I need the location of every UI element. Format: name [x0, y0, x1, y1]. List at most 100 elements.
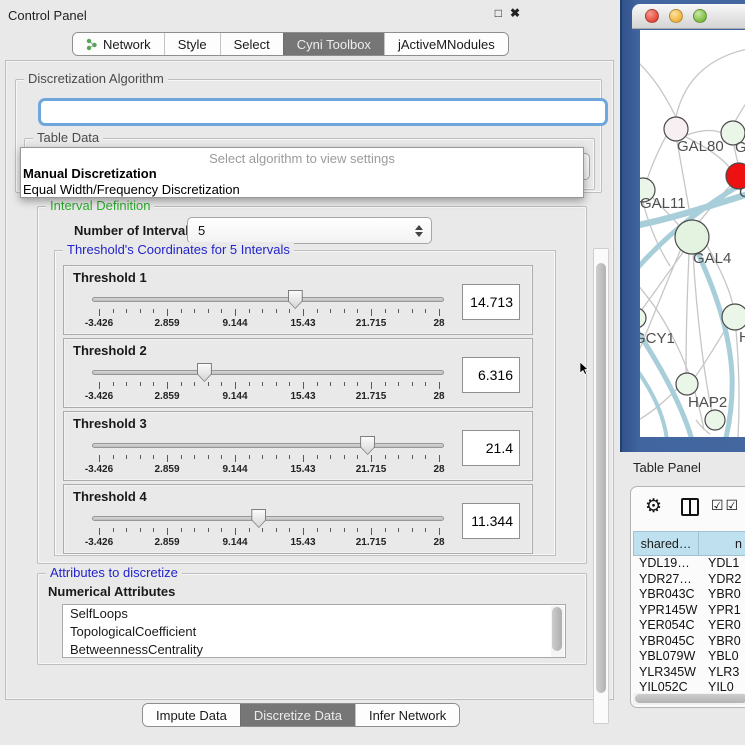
vertical-scrollbar[interactable]: [593, 248, 609, 724]
table-row[interactable]: YPR145WYPR1: [633, 603, 745, 619]
column-header[interactable]: shared…: [633, 531, 699, 556]
table-cell[interactable]: YLR3: [699, 665, 745, 681]
network-window-titlebar[interactable]: [632, 4, 745, 29]
numerical-attributes-label: Numerical Attributes: [48, 584, 175, 599]
minimize-traffic-light-icon[interactable]: [669, 9, 683, 23]
number-of-intervals-value: 5: [198, 223, 205, 238]
minor-tick: [140, 528, 141, 532]
float-window-icon[interactable]: □: [495, 6, 502, 20]
network-canvas[interactable]: GAL80GACGAL11GAL4GCY1HHAP2: [640, 30, 745, 437]
algorithm-dropdown-popup: Select algorithm to view settings Manual…: [20, 147, 584, 198]
attribute-list-item[interactable]: BetweennessCentrality: [63, 641, 565, 658]
network-edge[interactable]: [736, 330, 739, 437]
table-cell[interactable]: YLR345W: [633, 665, 699, 681]
minor-tick: [317, 309, 318, 313]
table-cell[interactable]: YBR043C: [633, 587, 699, 603]
tab-label: jActiveMNodules: [398, 37, 495, 52]
table-row[interactable]: YDL19…YDL1: [633, 556, 745, 572]
network-edge[interactable]: [640, 60, 676, 117]
network-node-hap2[interactable]: [676, 373, 698, 395]
table-row[interactable]: YLR345WYLR3: [633, 665, 745, 681]
node-table[interactable]: shared…nYDL19…YDL1YDR27…YDR2YBR043CYBR0Y…: [633, 531, 745, 696]
zoom-traffic-light-icon[interactable]: [693, 9, 707, 23]
table-row[interactable]: YBR043CYBR0: [633, 587, 745, 603]
network-node-h[interactable]: [722, 304, 745, 330]
minor-tick: [221, 455, 222, 459]
attribute-list-item[interactable]: SelfLoops: [63, 605, 565, 623]
slider-track[interactable]: [92, 297, 444, 302]
table-cell[interactable]: YBL079W: [633, 649, 699, 665]
tab-jactivemnodules[interactable]: jActiveMNodules: [384, 33, 508, 55]
tab-select[interactable]: Select: [220, 33, 283, 55]
table-cell[interactable]: YER0: [699, 618, 745, 634]
table-row[interactable]: YER054CYER0: [633, 618, 745, 634]
close-traffic-light-icon[interactable]: [645, 9, 659, 23]
threshold-value-field[interactable]: 21.4: [462, 430, 520, 466]
control-panel-tabs: NetworkStyle Select Cyni Toolbox jActiveMNo…: [72, 32, 509, 56]
slider-thumb[interactable]: [197, 363, 212, 382]
major-tick: [99, 309, 100, 316]
slider-thumb[interactable]: [251, 509, 266, 528]
minor-tick: [208, 528, 209, 532]
tick-label: 21.715: [356, 464, 387, 475]
network-edge[interactable]: [686, 254, 689, 373]
attributes-scrollbar[interactable]: [551, 606, 564, 657]
scrollbar-thumb[interactable]: [635, 694, 745, 703]
split-columns-icon[interactable]: [681, 498, 699, 516]
table-cell[interactable]: YDL19…: [633, 556, 699, 572]
tab-cyni-toolbox[interactable]: Cyni Toolbox: [283, 33, 384, 55]
slider-track[interactable]: [92, 443, 444, 448]
network-edge[interactable]: [687, 130, 726, 135]
threshold-2-panel: Threshold 2-3.4262.8599.14415.4321.71528…: [63, 338, 533, 408]
network-node[interactable]: [705, 410, 725, 430]
network-node-gcy1[interactable]: [640, 308, 646, 328]
scrollbar-thumb[interactable]: [596, 263, 606, 693]
table-cell[interactable]: YDR2: [699, 572, 745, 588]
major-tick: [303, 382, 304, 389]
table-cell[interactable]: YDR27…: [633, 572, 699, 588]
slider-track[interactable]: [92, 370, 444, 375]
tab-style[interactable]: Style: [164, 33, 220, 55]
checkboxes-icon[interactable]: ☑☑: [711, 497, 740, 514]
tab-impute-data[interactable]: Impute Data: [143, 704, 240, 726]
column-header[interactable]: n: [699, 531, 745, 556]
popup-option-equal-width[interactable]: Equal Width/Frequency Discretization: [21, 182, 583, 198]
threshold-value-field[interactable]: 14.713: [462, 284, 520, 320]
cyni-mode-tabs: Impute DataDiscretize DataInfer Network: [142, 703, 460, 727]
table-cell[interactable]: YBR0: [699, 634, 745, 650]
close-panel-icon[interactable]: ✖: [510, 6, 520, 20]
tick-label: 15.43: [290, 391, 315, 402]
table-row[interactable]: YBR045CYBR0: [633, 634, 745, 650]
minor-tick: [276, 528, 277, 532]
table-cell[interactable]: YBR0: [699, 587, 745, 603]
table-cell[interactable]: YBL0: [699, 649, 745, 665]
table-row[interactable]: YDR27…YDR2: [633, 572, 745, 588]
table-cell[interactable]: YER054C: [633, 618, 699, 634]
threshold-value-field[interactable]: 11.344: [462, 503, 520, 539]
algorithm-combobox[interactable]: [38, 98, 608, 126]
tab-infer-network[interactable]: Infer Network: [355, 704, 459, 726]
number-of-intervals-combobox[interactable]: 5: [187, 217, 432, 244]
tick-label: 28: [433, 391, 444, 402]
table-horizontal-scrollbar[interactable]: [633, 693, 745, 705]
table-row[interactable]: YBL079WYBL0: [633, 649, 745, 665]
network-edge[interactable]: [646, 136, 666, 183]
table-cell[interactable]: YBR045C: [633, 634, 699, 650]
tab-network[interactable]: Network: [73, 33, 164, 55]
gear-icon[interactable]: ⚙: [645, 495, 662, 518]
popup-option-manual[interactable]: Manual Discretization: [21, 166, 583, 182]
slider-thumb[interactable]: [360, 436, 375, 455]
slider-thumb[interactable]: [288, 290, 303, 309]
attribute-list-item[interactable]: TopologicalCoefficient: [63, 623, 565, 641]
slider-track[interactable]: [92, 516, 444, 521]
table-cell[interactable]: YPR145W: [633, 603, 699, 619]
threshold-value-field[interactable]: 6.316: [462, 357, 520, 393]
tab-label: Select: [234, 37, 270, 52]
network-edge[interactable]: [676, 48, 745, 117]
table-cell[interactable]: YDL1: [699, 556, 745, 572]
table-cell[interactable]: YPR1: [699, 603, 745, 619]
numerical-attributes-list[interactable]: SelfLoopsTopologicalCoefficientBetweenne…: [62, 604, 566, 658]
major-tick: [235, 528, 236, 535]
tab-discretize-data[interactable]: Discretize Data: [240, 704, 355, 726]
network-node-gal4[interactable]: [675, 220, 709, 254]
